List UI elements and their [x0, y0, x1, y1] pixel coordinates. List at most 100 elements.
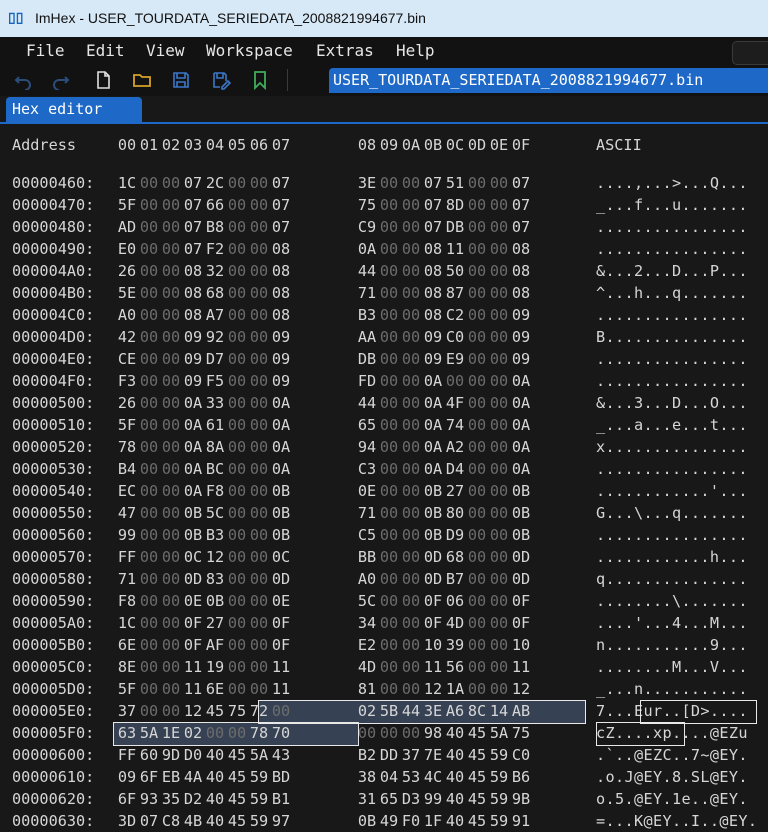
byte-cell[interactable]: 00 [378, 348, 400, 370]
byte-cell[interactable]: B4 [116, 458, 138, 480]
byte-cell[interactable]: 00 [160, 304, 182, 326]
byte-cell[interactable]: 1F [422, 810, 444, 832]
byte-cell[interactable]: 00 [248, 524, 270, 546]
byte-cell[interactable]: 08 [270, 282, 292, 304]
byte-cell[interactable]: 8E [116, 656, 138, 678]
ascii-text[interactable]: ................ [596, 458, 748, 480]
byte-cell[interactable]: 0A [510, 414, 532, 436]
byte-cell[interactable]: 10 [422, 634, 444, 656]
byte-cell[interactable]: 0A [422, 392, 444, 414]
byte-cell[interactable]: AA [356, 326, 378, 348]
byte-cell[interactable]: 0A [270, 414, 292, 436]
byte-cell[interactable]: 00 [138, 326, 160, 348]
byte-cell[interactable]: C5 [356, 524, 378, 546]
byte-cell[interactable]: 00 [466, 436, 488, 458]
byte-cell[interactable]: 00 [466, 568, 488, 590]
byte-cell[interactable]: 0D [182, 568, 204, 590]
byte-cell[interactable]: 0B [270, 524, 292, 546]
byte-cell[interactable]: 27 [444, 480, 466, 502]
byte-cell[interactable]: 8D [444, 194, 466, 216]
byte-cell[interactable]: AF [204, 634, 226, 656]
byte-cell[interactable]: F0 [400, 810, 422, 832]
byte-cell[interactable]: 00 [226, 238, 248, 260]
byte-cell[interactable]: 38 [356, 766, 378, 788]
ascii-text[interactable]: _...f...u....... [596, 194, 748, 216]
byte-cell[interactable]: A7 [204, 304, 226, 326]
byte-cell[interactable]: 00 [248, 172, 270, 194]
byte-cell[interactable]: 0A [182, 458, 204, 480]
byte-cell[interactable]: 3E [356, 172, 378, 194]
ascii-text[interactable]: ........M...V... [596, 656, 748, 678]
byte-cell[interactable]: 0D [422, 546, 444, 568]
byte-cell[interactable]: 00 [488, 348, 510, 370]
byte-cell[interactable]: 00 [138, 282, 160, 304]
byte-cell[interactable]: 60 [138, 744, 160, 766]
byte-cell[interactable]: 9B [510, 788, 532, 810]
byte-cell[interactable]: 75 [510, 722, 532, 744]
ascii-text[interactable]: &...2...D...P... [596, 260, 748, 282]
ascii-text[interactable]: o.5.@EY.1e..@EY. [596, 788, 748, 810]
byte-cell[interactable]: B3 [204, 524, 226, 546]
byte-cell[interactable]: 40 [444, 766, 466, 788]
byte-cell[interactable]: 45 [466, 810, 488, 832]
byte-cell[interactable]: 45 [204, 700, 226, 722]
byte-cell[interactable]: 00 [466, 480, 488, 502]
byte-cell[interactable]: 0D [270, 568, 292, 590]
byte-cell[interactable]: 00 [138, 634, 160, 656]
byte-cell[interactable]: 45 [226, 766, 248, 788]
byte-cell[interactable]: 0D [510, 546, 532, 568]
byte-cell[interactable]: 00 [466, 194, 488, 216]
byte-cell[interactable]: 5A [488, 722, 510, 744]
byte-cell[interactable]: 0A [270, 436, 292, 458]
byte-cell[interactable]: 00 [138, 546, 160, 568]
byte-cell[interactable]: 0D [510, 568, 532, 590]
byte-cell[interactable]: 12 [182, 700, 204, 722]
byte-cell[interactable]: 00 [248, 458, 270, 480]
byte-cell[interactable]: 08 [422, 282, 444, 304]
byte-cell[interactable]: 00 [378, 656, 400, 678]
byte-cell[interactable]: 00 [248, 238, 270, 260]
byte-cell[interactable]: 51 [444, 172, 466, 194]
ascii-text[interactable]: _...a...e...t... [596, 414, 748, 436]
byte-cell[interactable]: 00 [248, 304, 270, 326]
byte-cell[interactable]: 40 [204, 766, 226, 788]
byte-cell[interactable]: 07 [422, 216, 444, 238]
byte-cell[interactable]: 00 [400, 524, 422, 546]
byte-cell[interactable]: 59 [488, 766, 510, 788]
byte-cell[interactable]: 09 [422, 326, 444, 348]
byte-cell[interactable]: 0F [182, 612, 204, 634]
ascii-text[interactable]: =...K@EY..I..@EY. [596, 810, 757, 832]
byte-cell[interactable]: 0B [270, 502, 292, 524]
byte-cell[interactable]: 40 [444, 744, 466, 766]
byte-cell[interactable]: 09 [270, 326, 292, 348]
menu-file[interactable]: File [26, 41, 65, 60]
byte-cell[interactable]: 00 [226, 304, 248, 326]
byte-cell[interactable]: 08 [182, 304, 204, 326]
byte-cell[interactable]: 00 [400, 326, 422, 348]
byte-cell[interactable]: 5A [248, 744, 270, 766]
menu-edit[interactable]: Edit [86, 41, 125, 60]
byte-cell[interactable]: 59 [248, 788, 270, 810]
byte-cell[interactable]: 00 [226, 348, 248, 370]
byte-cell[interactable]: 00 [248, 348, 270, 370]
byte-cell[interactable]: AD [116, 216, 138, 238]
byte-cell[interactable]: 65 [378, 788, 400, 810]
byte-cell[interactable]: 00 [400, 480, 422, 502]
byte-cell[interactable]: B6 [510, 766, 532, 788]
byte-cell[interactable]: 00 [226, 568, 248, 590]
byte-cell[interactable]: 07 [182, 216, 204, 238]
byte-cell[interactable]: 10 [510, 634, 532, 656]
byte-cell[interactable]: 0B [356, 810, 378, 832]
byte-cell[interactable]: 00 [160, 568, 182, 590]
byte-cell[interactable]: 0A [182, 480, 204, 502]
byte-cell[interactable]: 00 [378, 260, 400, 282]
byte-cell[interactable]: 27 [204, 612, 226, 634]
byte-cell[interactable]: 44 [356, 260, 378, 282]
byte-cell[interactable]: 0D [422, 568, 444, 590]
byte-cell[interactable]: 00 [488, 590, 510, 612]
byte-cell[interactable]: 08 [270, 304, 292, 326]
byte-cell[interactable]: 71 [356, 502, 378, 524]
byte-cell[interactable]: 0E [182, 590, 204, 612]
byte-cell[interactable]: 00 [138, 612, 160, 634]
byte-cell[interactable]: 00 [488, 282, 510, 304]
